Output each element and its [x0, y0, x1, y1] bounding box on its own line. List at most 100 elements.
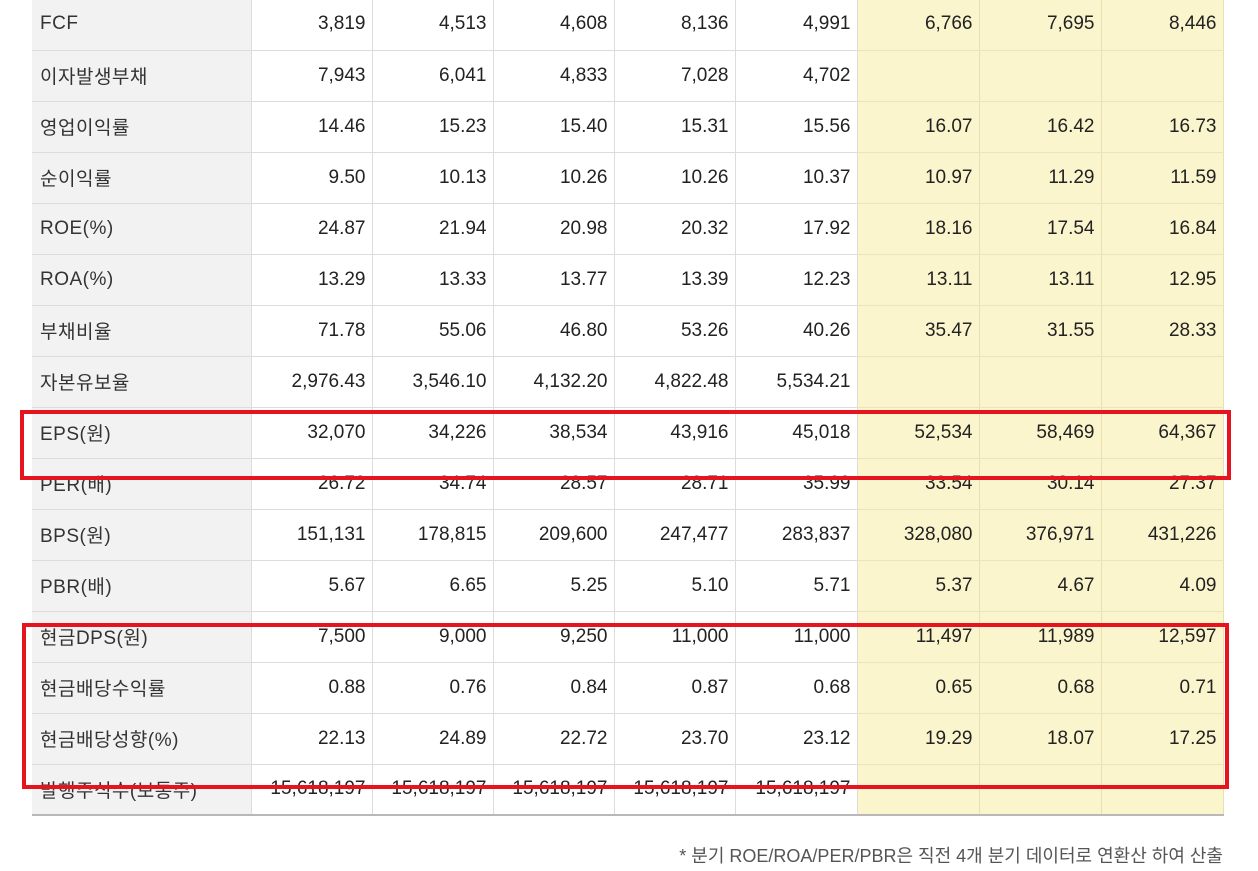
value-cell: 12.23 [735, 254, 858, 306]
estimate-cell: 16.73 [1101, 101, 1224, 153]
value-cell: 20.98 [493, 203, 615, 255]
value-cell: 55.06 [372, 305, 494, 357]
value-cell: 26.72 [251, 458, 373, 510]
value-cell: 0.84 [493, 662, 615, 714]
estimate-cell: 6,766 [857, 0, 980, 51]
table-row: 이자발생부채 7,943 6,041 4,833 7,028 4,702 [32, 50, 1224, 102]
table-row: 순이익률 9.50 10.13 10.26 10.26 10.37 10.97 11.29 11… [32, 152, 1224, 204]
value-cell: 32,070 [251, 407, 373, 459]
estimate-cell: 11,497 [857, 611, 980, 663]
estimate-cell [1101, 50, 1224, 102]
row-label: 영업이익률 [32, 101, 252, 153]
value-cell: 15.31 [614, 101, 736, 153]
value-cell: 4,833 [493, 50, 615, 102]
estimate-cell [1101, 356, 1224, 408]
value-cell: 0.87 [614, 662, 736, 714]
row-label: PBR(배) [32, 560, 252, 612]
table-row: EPS(원) 32,070 34,226 38,534 43,916 45,018 52,5… [32, 407, 1224, 459]
estimate-cell: 16.42 [979, 101, 1102, 153]
row-label: 현금배당성향(%) [32, 713, 252, 765]
row-label: 현금배당수익률 [32, 662, 252, 714]
estimate-cell: 11.59 [1101, 152, 1224, 204]
value-cell: 53.26 [614, 305, 736, 357]
estimate-cell [1101, 764, 1224, 816]
estimate-cell: 5.37 [857, 560, 980, 612]
value-cell: 9,250 [493, 611, 615, 663]
row-label: BPS(원) [32, 509, 252, 561]
financial-table-view: FCF 3,819 4,513 4,608 8,136 4,991 6,766 7,695 8,… [0, 0, 1258, 871]
table-row: ROE(%) 24.87 21.94 20.98 20.32 17.92 18.16 17.5… [32, 203, 1224, 255]
table-row: 현금DPS(원) 7,500 9,000 9,250 11,000 11,000 11,49… [32, 611, 1224, 663]
table-row: PBR(배) 5.67 6.65 5.25 5.10 5.71 5.37 4.67 4.09 [32, 560, 1224, 612]
value-cell: 15.23 [372, 101, 494, 153]
value-cell: 4,513 [372, 0, 494, 51]
value-cell: 5.25 [493, 560, 615, 612]
row-label: 현금DPS(원) [32, 611, 252, 663]
estimate-cell: 11,989 [979, 611, 1102, 663]
estimate-cell [857, 356, 980, 408]
value-cell: 10.26 [614, 152, 736, 204]
value-cell: 3,819 [251, 0, 373, 51]
estimate-cell: 0.71 [1101, 662, 1224, 714]
value-cell: 34,226 [372, 407, 494, 459]
row-label: ROA(%) [32, 254, 252, 306]
value-cell: 34.74 [372, 458, 494, 510]
value-cell: 3,546.10 [372, 356, 494, 408]
value-cell: 15,618,197 [493, 764, 615, 816]
estimate-cell: 64,367 [1101, 407, 1224, 459]
estimate-cell: 28.33 [1101, 305, 1224, 357]
value-cell: 0.68 [735, 662, 858, 714]
value-cell: 4,132.20 [493, 356, 615, 408]
estimate-cell: 328,080 [857, 509, 980, 561]
estimate-cell [979, 764, 1102, 816]
value-cell: 22.72 [493, 713, 615, 765]
value-cell: 15.40 [493, 101, 615, 153]
value-cell: 9,000 [372, 611, 494, 663]
row-label: 순이익률 [32, 152, 252, 204]
estimate-cell: 35.47 [857, 305, 980, 357]
value-cell: 5.71 [735, 560, 858, 612]
estimate-cell: 18.16 [857, 203, 980, 255]
value-cell: 151,131 [251, 509, 373, 561]
value-cell: 35.99 [735, 458, 858, 510]
estimate-cell: 17.54 [979, 203, 1102, 255]
estimate-cell [979, 50, 1102, 102]
value-cell: 13.39 [614, 254, 736, 306]
estimate-cell: 16.84 [1101, 203, 1224, 255]
estimate-cell: 52,534 [857, 407, 980, 459]
value-cell: 5,534.21 [735, 356, 858, 408]
value-cell: 2,976.43 [251, 356, 373, 408]
estimate-cell: 376,971 [979, 509, 1102, 561]
estimate-cell [857, 764, 980, 816]
estimate-cell: 4.09 [1101, 560, 1224, 612]
estimate-cell: 31.55 [979, 305, 1102, 357]
value-cell: 43,916 [614, 407, 736, 459]
estimate-cell: 0.65 [857, 662, 980, 714]
value-cell: 11,000 [735, 611, 858, 663]
row-label: PER(배) [32, 458, 252, 510]
value-cell: 15,618,197 [614, 764, 736, 816]
estimate-cell: 16.07 [857, 101, 980, 153]
value-cell: 17.92 [735, 203, 858, 255]
value-cell: 10.37 [735, 152, 858, 204]
table-body: FCF 3,819 4,513 4,608 8,136 4,991 6,766 7,695 8,… [32, 0, 1224, 816]
value-cell: 45,018 [735, 407, 858, 459]
estimate-cell: 8,446 [1101, 0, 1224, 51]
financial-indicators-table: FCF 3,819 4,513 4,608 8,136 4,991 6,766 7,695 8,… [32, 0, 1224, 816]
value-cell: 209,600 [493, 509, 615, 561]
estimate-cell: 30.14 [979, 458, 1102, 510]
value-cell: 247,477 [614, 509, 736, 561]
estimate-cell: 13.11 [857, 254, 980, 306]
value-cell: 15,618,197 [251, 764, 373, 816]
estimate-cell: 27.37 [1101, 458, 1224, 510]
value-cell: 46.80 [493, 305, 615, 357]
value-cell: 15,618,197 [735, 764, 858, 816]
footnote: * 분기 ROE/ROA/PER/PBR은 직전 4개 분기 데이터로 연환산 … [679, 846, 1223, 866]
table-row: FCF 3,819 4,513 4,608 8,136 4,991 6,766 7,695 8,… [32, 0, 1224, 51]
value-cell: 5.10 [614, 560, 736, 612]
value-cell: 71.78 [251, 305, 373, 357]
estimate-cell: 12.95 [1101, 254, 1224, 306]
row-label: 이자발생부채 [32, 50, 252, 102]
value-cell: 4,991 [735, 0, 858, 51]
value-cell: 13.77 [493, 254, 615, 306]
